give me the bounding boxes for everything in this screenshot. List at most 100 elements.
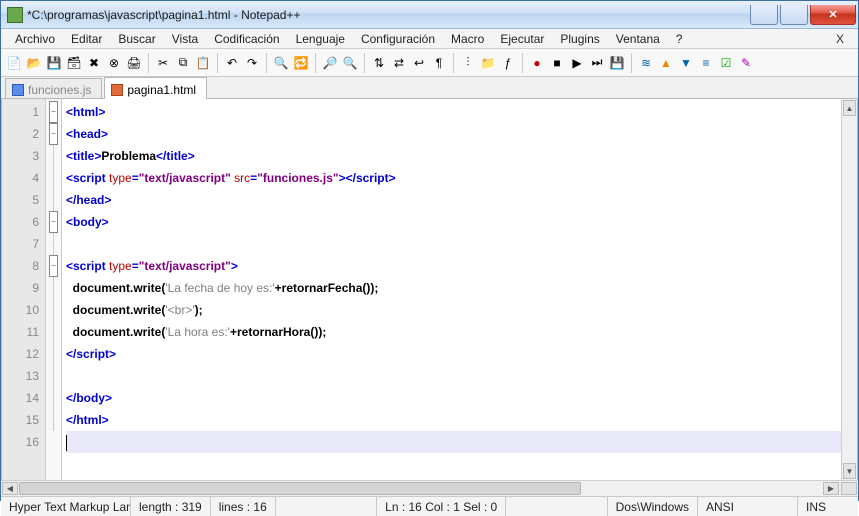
print-icon[interactable]: 🖨 bbox=[125, 54, 143, 72]
code-line[interactable]: <html> bbox=[66, 101, 841, 123]
fold-cell[interactable] bbox=[46, 233, 61, 255]
scroll-right-icon[interactable]: ▶ bbox=[823, 482, 839, 495]
menu-x[interactable]: X bbox=[828, 30, 852, 48]
fold-cell[interactable] bbox=[46, 299, 61, 321]
open-file-icon[interactable]: 📂 bbox=[25, 54, 43, 72]
code-line[interactable]: <title>Problema</title> bbox=[66, 145, 841, 167]
wrap-icon[interactable]: ↩ bbox=[410, 54, 428, 72]
code-area[interactable]: <html><head><title>Problema</title><scri… bbox=[62, 99, 841, 480]
zoom-out-icon[interactable]: 🔍 bbox=[341, 54, 359, 72]
tool1-icon[interactable]: ≋ bbox=[637, 54, 655, 72]
fold-cell[interactable] bbox=[46, 409, 61, 431]
tool3-icon[interactable]: ▼ bbox=[677, 54, 695, 72]
fold-cell[interactable] bbox=[46, 321, 61, 343]
maximize-button[interactable] bbox=[780, 5, 808, 25]
redo-icon[interactable]: ↷ bbox=[243, 54, 261, 72]
text-caret bbox=[66, 435, 67, 451]
code-line[interactable]: </script> bbox=[66, 343, 841, 365]
indent-guide-icon[interactable]: ⫶ bbox=[459, 54, 477, 72]
close-button[interactable]: ✕ bbox=[810, 5, 856, 25]
fold-cell[interactable] bbox=[46, 343, 61, 365]
menu-macro[interactable]: Macro bbox=[443, 30, 492, 48]
zoom-in-icon[interactable]: 🔎 bbox=[321, 54, 339, 72]
scroll-left-icon[interactable]: ◀ bbox=[2, 482, 18, 495]
menu-lenguaje[interactable]: Lenguaje bbox=[288, 30, 353, 48]
fold-cell[interactable] bbox=[46, 387, 61, 409]
scroll-track[interactable] bbox=[842, 117, 857, 462]
folder-as-workspace-icon[interactable]: 📁 bbox=[479, 54, 497, 72]
sync-h-icon[interactable]: ⇄ bbox=[390, 54, 408, 72]
save-all-icon[interactable]: 🗃 bbox=[65, 54, 83, 72]
save-icon[interactable]: 💾 bbox=[45, 54, 63, 72]
stop-macro-icon[interactable]: ■ bbox=[548, 54, 566, 72]
tab-funciones-js[interactable]: funciones.js bbox=[5, 78, 102, 98]
tool4-icon[interactable]: ≡ bbox=[697, 54, 715, 72]
record-macro-icon[interactable]: ● bbox=[528, 54, 546, 72]
menu-editar[interactable]: Editar bbox=[63, 30, 110, 48]
find-icon[interactable]: 🔍 bbox=[272, 54, 290, 72]
tab-label: funciones.js bbox=[28, 83, 91, 97]
code-line[interactable]: <body> bbox=[66, 211, 841, 233]
function-list-icon[interactable]: ƒ bbox=[499, 54, 517, 72]
menu-vista[interactable]: Vista bbox=[164, 30, 206, 48]
replace-icon[interactable]: 🔁 bbox=[292, 54, 310, 72]
code-line[interactable]: <script type="text/javascript" src="func… bbox=[66, 167, 841, 189]
close-file-icon[interactable]: ✖ bbox=[85, 54, 103, 72]
fold-minus-icon[interactable]: − bbox=[49, 255, 58, 277]
scroll-track[interactable] bbox=[19, 481, 822, 496]
fold-cell[interactable] bbox=[46, 431, 61, 453]
paste-icon[interactable]: 📋 bbox=[194, 54, 212, 72]
fold-cell[interactable]: − bbox=[46, 255, 61, 277]
fold-minus-icon[interactable]: − bbox=[49, 123, 58, 145]
fold-cell[interactable]: − bbox=[46, 123, 61, 145]
save-macro-icon[interactable]: 💾 bbox=[608, 54, 626, 72]
close-all-icon[interactable]: ⊗ bbox=[105, 54, 123, 72]
code-line[interactable] bbox=[66, 431, 841, 453]
fold-cell[interactable] bbox=[46, 145, 61, 167]
code-line[interactable]: </body> bbox=[66, 387, 841, 409]
tool5-icon[interactable]: ☑ bbox=[717, 54, 735, 72]
undo-icon[interactable]: ↶ bbox=[223, 54, 241, 72]
cut-icon[interactable]: ✂ bbox=[154, 54, 172, 72]
show-all-icon[interactable]: ¶ bbox=[430, 54, 448, 72]
code-line[interactable] bbox=[66, 365, 841, 387]
scroll-thumb[interactable] bbox=[19, 482, 581, 495]
menu-buscar[interactable]: Buscar bbox=[110, 30, 163, 48]
fold-minus-icon[interactable]: − bbox=[49, 101, 58, 123]
fold-cell[interactable] bbox=[46, 277, 61, 299]
fold-cell[interactable] bbox=[46, 365, 61, 387]
menu-archivo[interactable]: Archivo bbox=[7, 30, 63, 48]
fold-minus-icon[interactable]: − bbox=[49, 211, 58, 233]
scrollbar-horizontal[interactable]: ◀ ▶ bbox=[1, 480, 858, 496]
code-line[interactable]: <head> bbox=[66, 123, 841, 145]
code-line[interactable]: </html> bbox=[66, 409, 841, 431]
fold-cell[interactable]: − bbox=[46, 211, 61, 233]
code-line[interactable]: </head> bbox=[66, 189, 841, 211]
menu-plugins[interactable]: Plugins bbox=[552, 30, 607, 48]
scrollbar-vertical[interactable]: ▲ ▼ bbox=[841, 99, 857, 480]
tab-pagina1-html[interactable]: pagina1.html bbox=[104, 77, 207, 99]
code-line[interactable]: document.write('<br>'); bbox=[66, 299, 841, 321]
menu-configuracion[interactable]: Configuración bbox=[353, 30, 443, 48]
code-line[interactable] bbox=[66, 233, 841, 255]
copy-icon[interactable]: ⧉ bbox=[174, 54, 192, 72]
menu-help[interactable]: ? bbox=[668, 30, 691, 48]
scroll-up-icon[interactable]: ▲ bbox=[843, 100, 856, 116]
code-line[interactable]: <script type="text/javascript"> bbox=[66, 255, 841, 277]
fold-cell[interactable] bbox=[46, 189, 61, 211]
fold-cell[interactable]: − bbox=[46, 101, 61, 123]
menu-ejecutar[interactable]: Ejecutar bbox=[492, 30, 552, 48]
minimize-button[interactable] bbox=[750, 5, 778, 25]
play-macro-icon[interactable]: ▶ bbox=[568, 54, 586, 72]
fold-cell[interactable] bbox=[46, 167, 61, 189]
menu-codificacion[interactable]: Codificación bbox=[206, 30, 287, 48]
code-line[interactable]: document.write('La fecha de hoy es:'+ret… bbox=[66, 277, 841, 299]
scroll-down-icon[interactable]: ▼ bbox=[843, 463, 856, 479]
new-file-icon[interactable]: 📄 bbox=[5, 54, 23, 72]
play-multi-icon[interactable]: ⏭ bbox=[588, 54, 606, 72]
tool2-icon[interactable]: ▲ bbox=[657, 54, 675, 72]
sync-v-icon[interactable]: ⇅ bbox=[370, 54, 388, 72]
tool6-icon[interactable]: ✎ bbox=[737, 54, 755, 72]
menu-ventana[interactable]: Ventana bbox=[608, 30, 668, 48]
code-line[interactable]: document.write('La hora es:'+retornarHor… bbox=[66, 321, 841, 343]
